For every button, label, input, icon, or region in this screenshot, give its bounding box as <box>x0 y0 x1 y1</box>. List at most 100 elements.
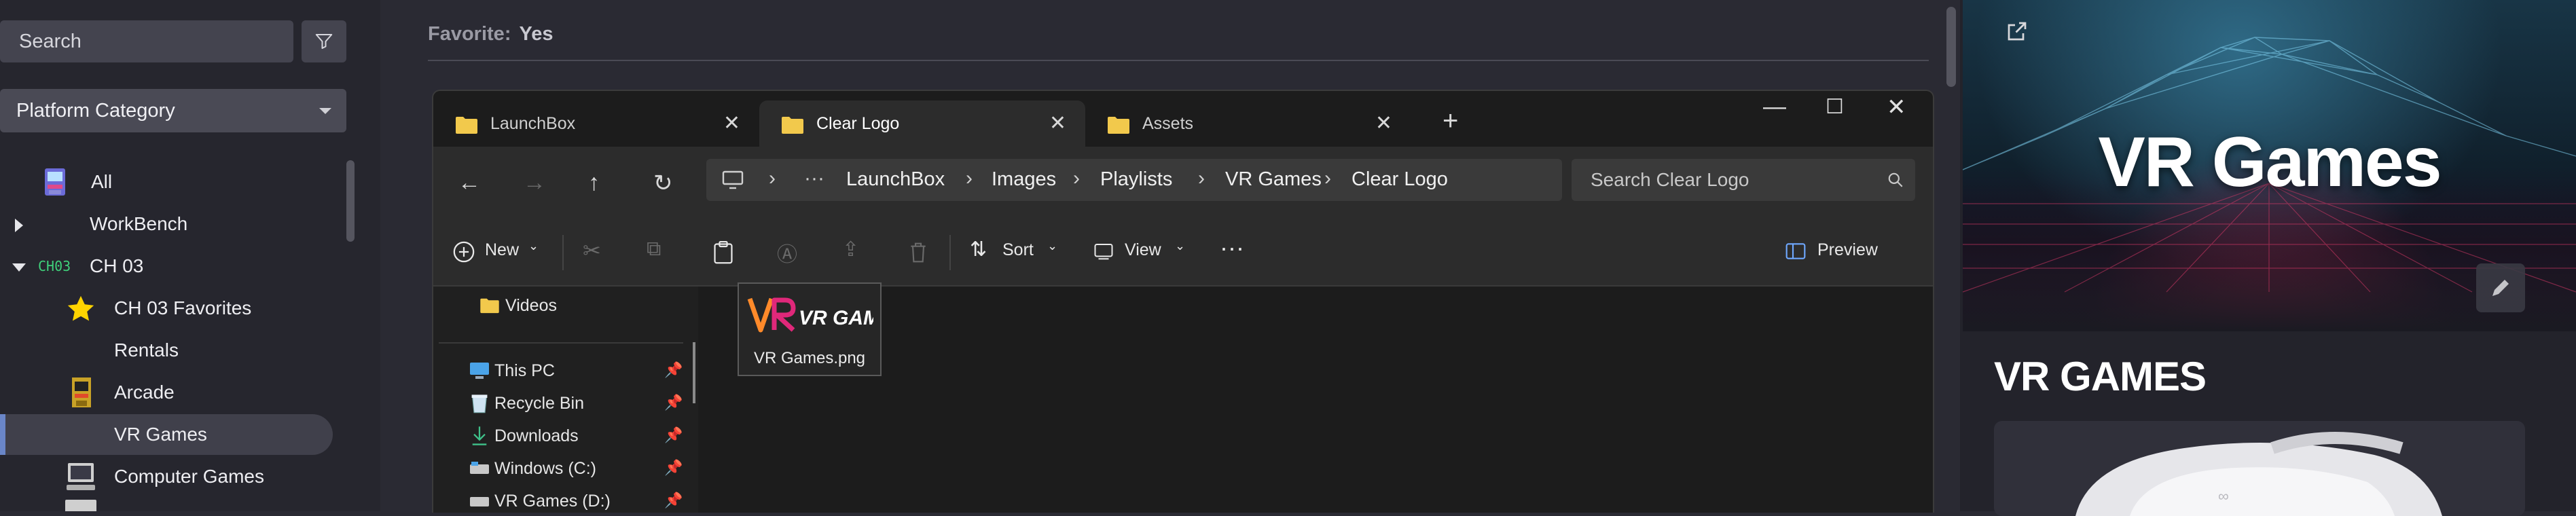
search-icon <box>1888 172 1903 187</box>
breadcrumb[interactable]: › ··· LaunchBox › Images › Playlists › V… <box>706 159 1562 201</box>
chevron-right-icon[interactable]: › <box>1198 167 1205 190</box>
command-bar: New ⌄ ✂ ⧉ Ⓐ ⇪ ⇅ Sort ⌄ View ⌄ ··· Previe… <box>433 219 1933 287</box>
view-button[interactable]: View ⌄ <box>1093 234 1195 270</box>
chevron-right-icon[interactable]: › <box>769 167 776 190</box>
filter-button[interactable] <box>302 20 346 62</box>
filter-icon <box>315 34 333 49</box>
chevron-down-icon: ⌄ <box>528 239 539 253</box>
window-close-button[interactable]: ✕ <box>1887 94 1906 121</box>
chevron-down-icon[interactable] <box>12 263 26 272</box>
nav-pane-scrollbar[interactable] <box>693 342 695 403</box>
back-button[interactable]: ← <box>458 170 481 196</box>
tab-launchbox[interactable]: LaunchBox ✕ <box>433 100 759 147</box>
tree-item-label: VR Games <box>114 424 207 445</box>
favorite-label: Favorite: <box>428 23 511 45</box>
tree-item-label: CH 03 <box>90 255 144 276</box>
preview-button[interactable]: Preview <box>1785 234 1921 270</box>
chevron-right-icon[interactable] <box>15 219 23 232</box>
tab-label: LaunchBox <box>490 114 576 133</box>
tree-item-ch03[interactable]: CH03 CH 03 <box>0 246 333 287</box>
monitor-icon <box>722 170 744 189</box>
file-list <box>698 287 1933 513</box>
divider <box>428 60 1929 61</box>
paste-icon[interactable] <box>712 240 735 265</box>
nav-item-this-pc[interactable]: This PC 📌 <box>469 358 683 386</box>
file-item-vr-games-png[interactable]: VR GAMES VR Games.png <box>738 282 882 376</box>
drive-icon <box>470 497 489 506</box>
folder-icon <box>480 298 499 314</box>
pencil-icon <box>2492 280 2509 296</box>
maximize-button[interactable]: ☐ <box>1826 95 1844 119</box>
sort-button[interactable]: ⇅ Sort ⌄ <box>970 234 1065 270</box>
edit-button[interactable] <box>2476 263 2525 312</box>
close-icon[interactable]: ✕ <box>1049 111 1066 135</box>
details-scrollbar[interactable] <box>1946 7 1956 87</box>
breadcrumb-clear-logo[interactable]: Clear Logo <box>1352 168 1448 191</box>
delete-icon[interactable] <box>907 240 929 265</box>
playlist-image-card: ∞ <box>1994 421 2525 516</box>
search-input[interactable]: Search <box>0 20 293 62</box>
nav-item-downloads[interactable]: Downloads 📌 <box>469 424 683 451</box>
tree-item-vr-games[interactable]: VR Games <box>0 414 333 455</box>
breadcrumb-vr-games[interactable]: VR Games <box>1225 168 1322 191</box>
tree-item-label: Arcade <box>114 382 175 403</box>
tree-item-arcade[interactable]: Arcade <box>0 372 333 413</box>
nav-item-vr-games-d[interactable]: VR Games (D:) 📌 <box>469 489 683 513</box>
drive-icon <box>470 462 489 474</box>
close-icon[interactable]: ✕ <box>1375 111 1392 135</box>
nav-item-windows-c[interactable]: Windows (C:) 📌 <box>469 456 683 483</box>
share-icon[interactable]: ⇪ <box>842 238 859 261</box>
tree-item-rentals[interactable]: Rentals <box>0 330 333 371</box>
tab-assets[interactable]: Assets ✕ <box>1085 100 1411 147</box>
favorite-field: Favorite: Yes <box>428 23 553 45</box>
tree-item-label: All <box>91 171 113 192</box>
search-placeholder: Search <box>19 31 81 52</box>
tab-label: Assets <box>1142 114 1194 133</box>
folder-icon <box>782 117 803 134</box>
svg-text:∞: ∞ <box>2218 487 2229 504</box>
copy-icon[interactable]: ⧉ <box>647 238 661 261</box>
sidebar-scrollbar[interactable] <box>346 160 355 242</box>
tree-item-ch03-favorites[interactable]: CH 03 Favorites <box>0 288 333 329</box>
nav-item-recycle-bin[interactable]: Recycle Bin 📌 <box>469 391 683 418</box>
breadcrumb-launchbox[interactable]: LaunchBox <box>846 168 945 191</box>
chevron-right-icon[interactable]: › <box>966 167 973 190</box>
forward-button[interactable]: → <box>523 170 546 196</box>
vr-headset-image: ∞ <box>2075 432 2442 516</box>
pin-icon[interactable]: 📌 <box>664 361 683 379</box>
pin-icon[interactable]: 📌 <box>664 492 683 509</box>
dropdown-value: Platform Category <box>16 100 175 122</box>
chevron-down-icon: ⌄ <box>1175 239 1186 253</box>
platform-category-dropdown[interactable]: Platform Category <box>0 89 346 132</box>
tab-clear-logo[interactable]: Clear Logo ✕ <box>759 100 1085 147</box>
pin-icon[interactable]: 📌 <box>664 426 683 444</box>
more-icon[interactable]: ··· <box>804 167 824 190</box>
chevron-right-icon[interactable]: › <box>1324 167 1331 190</box>
up-button[interactable]: ↑ <box>588 170 600 196</box>
new-tab-button[interactable]: + <box>1443 106 1458 136</box>
nav-item-label: VR Games (D:) <box>494 492 611 511</box>
breadcrumb-images[interactable]: Images <box>992 168 1056 191</box>
preview-label: Preview <box>1817 240 1878 259</box>
open-external-icon[interactable] <box>2005 19 2029 43</box>
navigation-pane: Videos This PC 📌 Recycle Bin 📌 Downloads… <box>433 287 698 513</box>
refresh-button[interactable]: ↻ <box>653 170 673 197</box>
tree-item-computer-games[interactable]: Computer Games <box>0 456 333 497</box>
tree-item-workbench[interactable]: WorkBench <box>0 204 333 244</box>
breadcrumb-playlists[interactable]: Playlists <box>1100 168 1172 191</box>
more-options-icon[interactable]: ··· <box>1220 234 1244 262</box>
pin-icon[interactable]: 📌 <box>664 459 683 477</box>
pin-icon[interactable]: 📌 <box>664 394 683 411</box>
cut-icon[interactable]: ✂ <box>583 238 601 263</box>
nav-item-videos[interactable]: Videos <box>479 295 656 322</box>
minimize-button[interactable]: — <box>1763 94 1786 120</box>
rename-icon[interactable]: Ⓐ <box>777 238 797 268</box>
explorer-search-input[interactable]: Search Clear Logo <box>1572 159 1915 201</box>
tree-item-label: Rentals <box>114 339 179 361</box>
file-explorer-window: LaunchBox ✕ Clear Logo ✕ Assets ✕ + — ☐ … <box>432 90 1934 513</box>
close-icon[interactable]: ✕ <box>723 111 740 135</box>
tab-strip: LaunchBox ✕ Clear Logo ✕ Assets ✕ + — ☐ … <box>433 91 1933 147</box>
tree-item-all[interactable]: All <box>0 162 333 202</box>
new-button[interactable]: New ⌄ <box>452 234 547 270</box>
chevron-right-icon[interactable]: › <box>1073 167 1080 190</box>
